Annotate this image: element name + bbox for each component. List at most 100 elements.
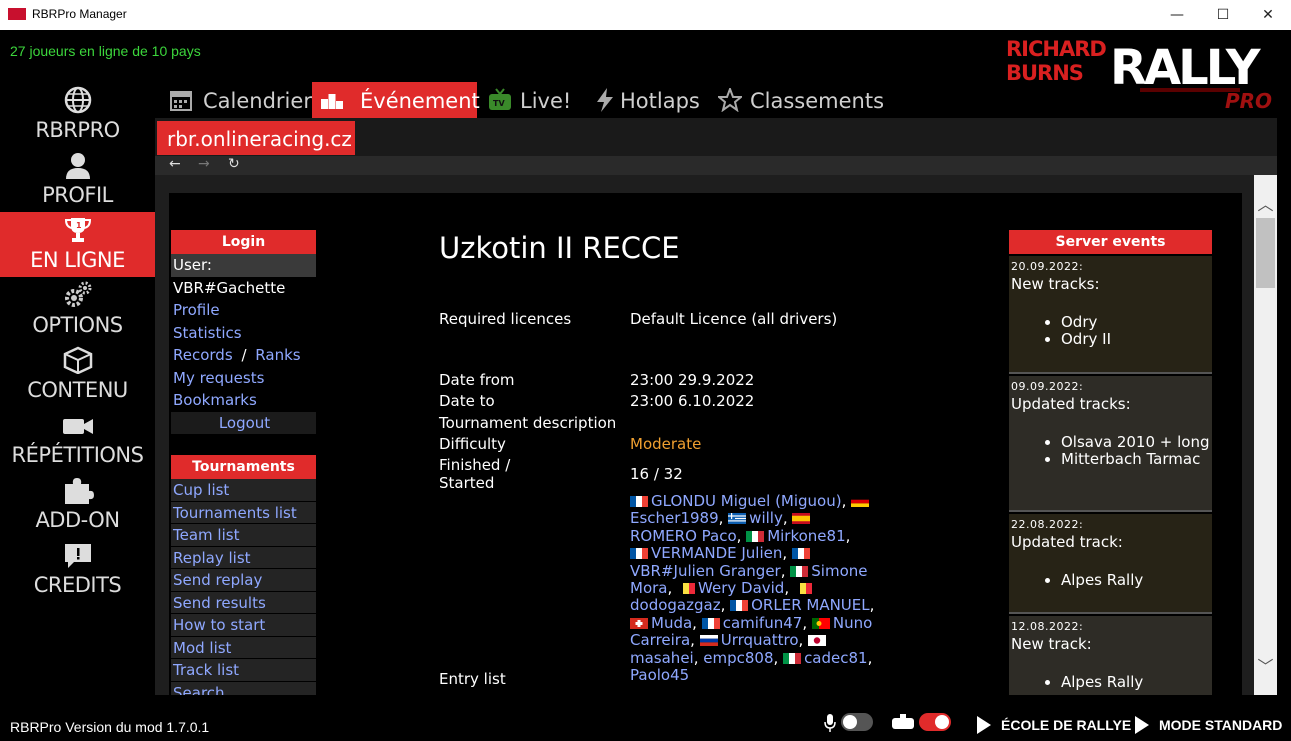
window-titlebar: RBRPro Manager — ☐ ✕ bbox=[0, 0, 1291, 30]
team-list-link[interactable]: Team list bbox=[171, 524, 316, 547]
required-licences-value: Default Licence (all drivers) bbox=[630, 310, 838, 328]
vr-toggle[interactable] bbox=[919, 713, 951, 731]
minimize-button[interactable]: — bbox=[1154, 0, 1200, 30]
tab-hotlaps[interactable]: Hotlaps bbox=[594, 82, 704, 118]
flag-icon-it bbox=[783, 651, 802, 664]
login-header: Login bbox=[171, 230, 316, 254]
nav-options[interactable]: OPTIONS bbox=[0, 277, 155, 342]
entry-item[interactable]: Mirkone81 bbox=[746, 527, 846, 545]
username: VBR#Gachette bbox=[173, 278, 286, 297]
ecole-de-rallye-button[interactable]: ÉCOLE DE RALLYE bbox=[977, 716, 1131, 734]
ranks-link[interactable]: Ranks bbox=[255, 346, 300, 364]
entry-separator: , bbox=[780, 561, 791, 580]
scrollbar-thumb[interactable] bbox=[1256, 218, 1275, 288]
flag-icon-es bbox=[792, 511, 811, 525]
entry-item[interactable]: VERMANDE Julien bbox=[630, 544, 782, 562]
page-scrollbar[interactable]: ︿ ﹀ bbox=[1254, 175, 1277, 695]
difficulty-value: Moderate bbox=[630, 435, 702, 453]
flag-icon-fr bbox=[630, 546, 648, 560]
logout-link[interactable]: Logout bbox=[171, 411, 316, 434]
nav-profil[interactable]: PROFIL bbox=[0, 147, 155, 212]
nav-add-on-label: ADD-ON bbox=[35, 508, 120, 532]
entry-item[interactable]: ORLER MANUEL bbox=[730, 596, 870, 614]
entry-item[interactable]: Muda bbox=[630, 614, 692, 632]
entry-separator: , bbox=[798, 631, 809, 650]
replay-list-link[interactable]: Replay list bbox=[171, 546, 316, 569]
how-to-start-link[interactable]: How to start bbox=[171, 614, 316, 637]
browser-nav-bar: ← → ↻ bbox=[155, 156, 1277, 175]
flag-icon-it bbox=[790, 564, 809, 577]
nav-credits[interactable]: CREDITS bbox=[0, 537, 155, 602]
online-players-status: 27 joueurs en ligne de 10 pays bbox=[10, 43, 201, 59]
server-event-date: 22.08.2022: bbox=[1011, 518, 1084, 531]
entry-item[interactable]: cadec81 bbox=[783, 649, 868, 667]
flag-icon-pt bbox=[811, 616, 830, 629]
tournaments-list-link[interactable]: Tournaments list bbox=[171, 501, 316, 524]
tab-classements[interactable]: Classements bbox=[718, 82, 885, 118]
scroll-up-icon[interactable]: ︿ bbox=[1254, 191, 1277, 215]
entry-name: willy bbox=[749, 509, 783, 528]
entry-separator: , bbox=[718, 509, 729, 528]
play-icon bbox=[977, 716, 991, 734]
tab-live[interactable]: TV Live! bbox=[488, 82, 578, 118]
entry-list: GLONDU Miguel (Miguou), Escher1989, will… bbox=[630, 492, 875, 684]
cup-list-link[interactable]: Cup list bbox=[171, 479, 316, 502]
site-tab[interactable]: rbr.onlineracing.cz bbox=[157, 121, 355, 155]
entry-item[interactable]: empc808 bbox=[703, 649, 773, 667]
logo-pro: PRO bbox=[1225, 89, 1272, 110]
event-title: Uzkotin II RECCE bbox=[439, 231, 680, 265]
statistics-link[interactable]: Statistics bbox=[171, 322, 316, 345]
tournaments-box: Tournaments Cup list Tournaments list Te… bbox=[171, 455, 316, 695]
track-item: Odry bbox=[1061, 314, 1111, 331]
mode-standard-button[interactable]: MODE STANDARD bbox=[1135, 716, 1282, 734]
server-event: 12.08.2022: New track: Alpes Rally bbox=[1009, 616, 1212, 695]
flag-icon-fr bbox=[701, 616, 720, 629]
scroll-down-icon[interactable]: ﹀ bbox=[1254, 653, 1277, 677]
nav-add-on[interactable]: ADD-ON bbox=[0, 472, 155, 537]
entry-name: Wery David bbox=[698, 579, 785, 598]
microphone-toggle[interactable] bbox=[841, 713, 873, 731]
back-icon[interactable]: ← bbox=[169, 156, 181, 172]
nav-en-ligne[interactable]: 1 EN LIGNE bbox=[0, 212, 155, 277]
mod-version: RBRPro Version du mod 1.7.0.1 bbox=[10, 719, 210, 735]
tab-classements-label: Classements bbox=[750, 89, 885, 113]
nav-en-ligne-label: EN LIGNE bbox=[30, 248, 125, 272]
forward-icon[interactable]: → bbox=[198, 156, 210, 172]
nav-rbrpro[interactable]: RBRPRO bbox=[0, 82, 155, 147]
reload-icon[interactable]: ↻ bbox=[228, 156, 240, 172]
maximize-button[interactable]: ☐ bbox=[1200, 0, 1246, 30]
tab-evenement[interactable]: Événement bbox=[312, 82, 480, 118]
track-item: Alpes Rally bbox=[1061, 674, 1143, 691]
difficulty-label: Difficulty bbox=[439, 435, 506, 453]
entry-item[interactable]: Urrquattro bbox=[699, 631, 799, 649]
tab-calendrier[interactable]: Calendrier bbox=[169, 82, 312, 118]
nav-repetitions-label: RÉPÉTITIONS bbox=[11, 443, 144, 467]
entry-item[interactable]: Wery David bbox=[677, 579, 784, 597]
nav-repetitions[interactable]: RÉPÉTITIONS bbox=[0, 407, 155, 472]
nav-contenu[interactable]: CONTENU bbox=[0, 342, 155, 407]
send-results-link[interactable]: Send results bbox=[171, 591, 316, 614]
entry-separator: , bbox=[720, 596, 731, 615]
logo-richard: RICHARD bbox=[1006, 37, 1106, 61]
records-link[interactable]: Records bbox=[173, 346, 233, 364]
entry-name: camifun47 bbox=[722, 613, 803, 632]
entry-separator: , bbox=[782, 509, 793, 528]
close-button[interactable]: ✕ bbox=[1245, 0, 1291, 30]
puzzle-icon bbox=[65, 478, 94, 504]
entry-item[interactable]: willy bbox=[728, 509, 783, 527]
track-list-link[interactable]: Track list bbox=[171, 659, 316, 682]
my-requests-link[interactable]: My requests bbox=[171, 367, 316, 390]
nav-profil-label: PROFIL bbox=[42, 183, 113, 207]
search-link[interactable]: Search bbox=[171, 681, 316, 695]
send-replay-link[interactable]: Send replay bbox=[171, 569, 316, 592]
entry-item[interactable]: GLONDU Miguel (Miguou) bbox=[630, 492, 842, 510]
entry-separator: , bbox=[736, 526, 747, 545]
bookmarks-link[interactable]: Bookmarks bbox=[171, 389, 316, 412]
profile-link[interactable]: Profile bbox=[171, 299, 316, 322]
server-events-header: Server events bbox=[1009, 230, 1212, 254]
entry-item[interactable]: Paolo45 bbox=[630, 666, 689, 684]
mod-list-link[interactable]: Mod list bbox=[171, 636, 316, 659]
window-title: RBRPro Manager bbox=[32, 7, 127, 21]
entry-separator: , bbox=[693, 648, 704, 667]
entry-item[interactable]: camifun47 bbox=[701, 613, 803, 632]
